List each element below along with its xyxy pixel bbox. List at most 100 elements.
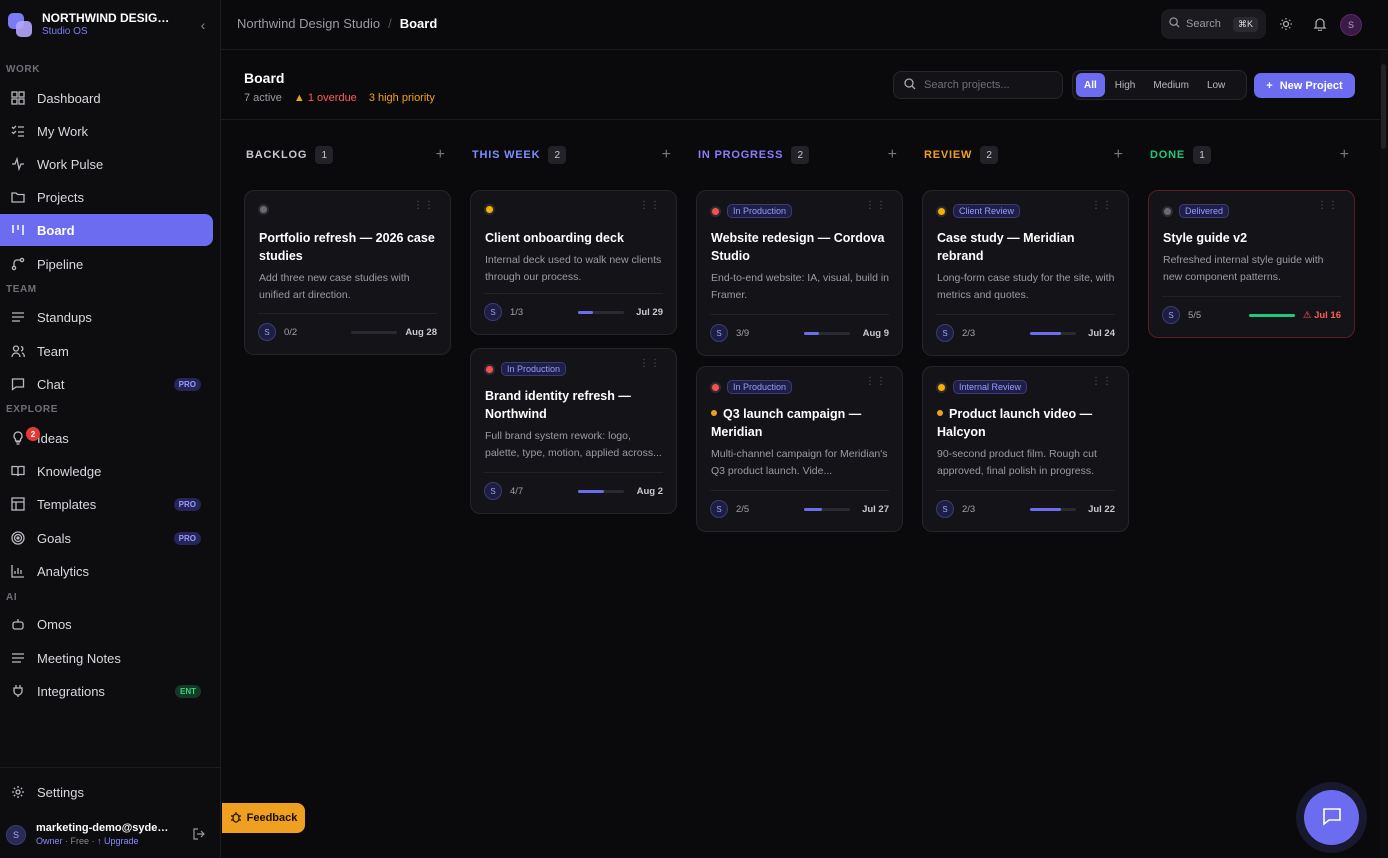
filter-low[interactable]: Low bbox=[1199, 73, 1233, 97]
sidebar-item-label: Standups bbox=[37, 309, 92, 325]
drag-handle-icon[interactable]: ⋮⋮ bbox=[865, 201, 887, 211]
topbar: Northwind Design Studio / Board Search ⌘K … bbox=[221, 0, 1388, 50]
sidebar-item-ideas[interactable]: 2 Ideas bbox=[0, 422, 213, 454]
drag-handle-icon[interactable]: ⋮⋮ bbox=[1317, 201, 1339, 211]
sidebar-item-integrations[interactable]: Integrations ENT bbox=[0, 675, 213, 707]
book-icon bbox=[10, 463, 26, 479]
folder-icon bbox=[10, 189, 26, 205]
sidebar-item-projects[interactable]: Projects bbox=[0, 181, 213, 213]
column-count: 1 bbox=[1192, 146, 1211, 164]
task-count: 2/3 bbox=[962, 503, 976, 515]
bulb-icon: 2 bbox=[10, 427, 40, 446]
drag-handle-icon[interactable]: ⋮⋮ bbox=[865, 377, 887, 387]
add-card-icon[interactable]: + bbox=[888, 146, 897, 164]
add-card-icon[interactable]: + bbox=[1114, 146, 1123, 164]
priority-dot-icon bbox=[710, 381, 721, 393]
sidebar-item-board[interactable]: Board bbox=[0, 214, 213, 246]
theme-toggle-sun-icon[interactable] bbox=[1276, 14, 1296, 34]
sidebar-item-label: Settings bbox=[37, 784, 84, 800]
global-search-button[interactable]: Search ⌘K bbox=[1161, 9, 1266, 39]
progress-bar bbox=[1030, 331, 1076, 335]
project-card[interactable]: In Production ⋮⋮ Brand identity refresh — … bbox=[470, 348, 677, 514]
card-description: End-to-end website: IA, visual, build in… bbox=[711, 272, 890, 301]
avatar: S bbox=[936, 324, 954, 342]
sidebar-item-analytics[interactable]: Analytics bbox=[0, 555, 213, 587]
template-icon bbox=[10, 496, 26, 512]
add-card-icon[interactable]: + bbox=[662, 146, 671, 164]
project-card[interactable]: Delivered ⋮⋮ Style guide v2 Refreshed inter… bbox=[1148, 190, 1355, 338]
plus-icon: + bbox=[1266, 79, 1273, 92]
filter-all[interactable]: All bbox=[1076, 73, 1105, 97]
column-done: DONE 1 + Delivered ⋮⋮ Style guide v2 Refreshed… bbox=[1148, 140, 1355, 338]
section-label-team: TEAM bbox=[6, 284, 37, 295]
filter-high[interactable]: High bbox=[1107, 73, 1144, 97]
sidebar-divider bbox=[0, 767, 220, 768]
sidebar-item-my-work[interactable]: My Work bbox=[0, 115, 213, 147]
column-header: BACKLOG 1 + bbox=[244, 140, 451, 170]
sidebar-item-label: Chat bbox=[37, 376, 65, 392]
card-title: Case study — Meridian rebrand bbox=[937, 231, 1075, 263]
drag-handle-icon[interactable]: ⋮⋮ bbox=[1091, 201, 1113, 211]
new-project-label: New Project bbox=[1279, 79, 1343, 92]
filter-medium[interactable]: Medium bbox=[1145, 73, 1197, 97]
section-label-work: WORK bbox=[6, 64, 41, 75]
card-title: Client onboarding deck bbox=[485, 231, 624, 245]
priority-dot-icon bbox=[936, 205, 947, 217]
notifications-bell-icon[interactable] bbox=[1310, 14, 1330, 34]
sidebar-item-knowledge[interactable]: Knowledge bbox=[0, 455, 213, 487]
priority-dot-icon bbox=[484, 363, 495, 375]
project-card[interactable]: In Production ⋮⋮ Q3 launch campaign — Meri… bbox=[696, 366, 903, 532]
column-header: DONE 1 + bbox=[1148, 140, 1355, 170]
drag-handle-icon[interactable]: ⋮⋮ bbox=[1091, 377, 1113, 387]
project-card[interactable]: Internal Review ⋮⋮ Product launch video — … bbox=[922, 366, 1129, 532]
avatar: S bbox=[484, 482, 502, 500]
workspace-switcher[interactable]: NORTHWIND DESIGN S... Studio OS ‹ bbox=[8, 10, 213, 40]
sidebar-item-pipeline[interactable]: Pipeline bbox=[0, 248, 213, 280]
sidebar-item-label: Work Pulse bbox=[37, 156, 104, 172]
sidebar-item-dashboard[interactable]: Dashboard bbox=[0, 82, 213, 114]
board-summary: 7 active ▲ 1 overdue 3 high priority bbox=[244, 92, 435, 104]
sidebar-item-omos[interactable]: Omos bbox=[0, 608, 213, 640]
drag-handle-icon[interactable]: ⋮⋮ bbox=[639, 201, 661, 211]
sidebar-item-chat[interactable]: Chat PRO bbox=[0, 368, 213, 400]
logout-icon[interactable] bbox=[193, 827, 205, 843]
card-footer: S 5/5 ⚠ Jul 16 bbox=[1162, 296, 1341, 324]
new-project-button[interactable]: + New Project bbox=[1254, 73, 1355, 98]
card-footer: S 0/2 Aug 28 bbox=[258, 313, 437, 341]
sidebar-item-settings[interactable]: Settings bbox=[0, 776, 213, 808]
feedback-label: Feedback bbox=[246, 812, 298, 824]
drag-handle-icon[interactable]: ⋮⋮ bbox=[639, 359, 661, 369]
target-icon bbox=[10, 530, 26, 546]
pulse-icon bbox=[10, 156, 26, 172]
due-date: Jul 29 bbox=[636, 306, 663, 318]
lines-icon bbox=[10, 309, 26, 325]
breadcrumb-parent[interactable]: Northwind Design Studio bbox=[237, 16, 380, 31]
alert-icon: ⚠ bbox=[1302, 309, 1315, 321]
sidebar-item-work-pulse[interactable]: Work Pulse bbox=[0, 148, 213, 180]
sidebar-item-templates[interactable]: Templates PRO bbox=[0, 488, 213, 520]
project-search-input[interactable]: Search projects... bbox=[893, 71, 1063, 99]
sidebar-item-standups[interactable]: Standups bbox=[0, 301, 213, 333]
project-card[interactable]: In Production ⋮⋮ Website redesign — Cordov… bbox=[696, 190, 903, 356]
avatar: S bbox=[1162, 306, 1180, 324]
collapse-sidebar-icon[interactable]: ‹ bbox=[193, 17, 213, 33]
user-profile[interactable]: S marketing-demo@sydenc... Owner · Free … bbox=[6, 820, 211, 850]
user-avatar-menu[interactable]: S bbox=[1340, 14, 1362, 36]
feedback-button[interactable]: Feedback bbox=[222, 803, 305, 833]
chat-launcher-button[interactable] bbox=[1304, 790, 1359, 845]
high-priority-count: 3 high priority bbox=[368, 92, 435, 104]
drag-handle-icon[interactable]: ⋮⋮ bbox=[413, 201, 435, 211]
upgrade-link[interactable]: ↑ Upgrade bbox=[97, 836, 139, 846]
sidebar-item-goals[interactable]: Goals PRO bbox=[0, 522, 213, 554]
project-card[interactable]: ⋮⋮ Portfolio refresh — 2026 case studies A… bbox=[244, 190, 451, 355]
project-card[interactable]: ⋮⋮ Client onboarding deck Internal deck us… bbox=[470, 190, 677, 335]
project-card[interactable]: Client Review ⋮⋮ Case study — Meridian reb… bbox=[922, 190, 1129, 356]
column-header: IN PROGRESS 2 + bbox=[696, 140, 903, 170]
scrollbar[interactable] bbox=[1380, 50, 1388, 858]
add-card-icon[interactable]: + bbox=[1340, 146, 1349, 164]
task-count: 5/5 bbox=[1188, 309, 1202, 321]
sidebar-item-team[interactable]: Team bbox=[0, 335, 213, 367]
search-shortcut: ⌘K bbox=[1232, 16, 1258, 32]
add-card-icon[interactable]: + bbox=[436, 146, 445, 164]
sidebar-item-meeting-notes[interactable]: Meeting Notes bbox=[0, 642, 213, 674]
